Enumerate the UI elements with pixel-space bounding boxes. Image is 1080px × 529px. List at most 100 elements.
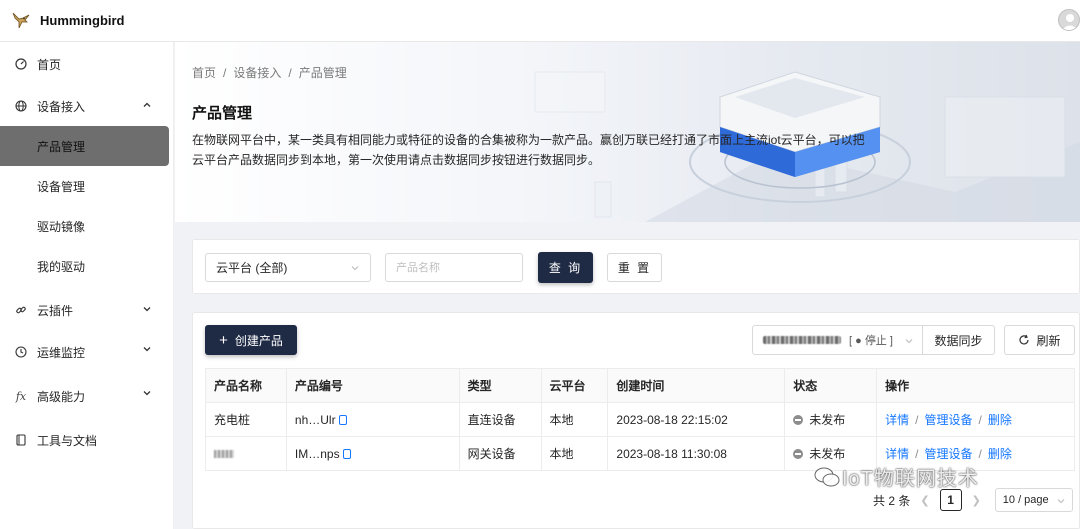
sidebar-item-label: 运维监控	[37, 345, 86, 360]
table-card: + 创建产品 [ ● 停止 ] 数据同步 刷新 产品名称 产品编号 类型 云平台	[192, 312, 1080, 529]
status-cell: 未发布	[784, 402, 878, 437]
sidebar-item-advanced[interactable]: fx 高级能力	[0, 374, 173, 418]
sidebar-item-device-access[interactable]: 设备接入	[0, 86, 173, 126]
page-description: 在物联网平台中，某一类具有相同能力或特征的设备的合集被称为一款产品。赢创万联已经…	[192, 133, 865, 167]
sidebar-item-device-management[interactable]: 设备管理	[0, 166, 173, 206]
detail-link[interactable]: 详情	[885, 447, 909, 461]
column-header: 类型	[458, 368, 542, 403]
clock-icon	[14, 345, 28, 359]
action-separator: /	[978, 447, 982, 461]
main-content: 首页 / 设备接入 / 产品管理 产品管理 在物联网平台中，某一类具有相同能力或特征的设…	[175, 42, 1080, 529]
fx-icon: fx	[15, 389, 27, 403]
select-value: 云平台 (全部)	[216, 261, 288, 275]
user-avatar-icon[interactable]	[1058, 9, 1080, 31]
breadcrumb-home[interactable]: 首页	[192, 66, 216, 80]
sidebar-item-label: 首页	[37, 57, 62, 72]
pagination: 共 2 条 ❮ 1 ❯ 10 / page	[873, 488, 1073, 512]
delete-link[interactable]: 删除	[988, 413, 1012, 427]
table-header-row: 产品名称 产品编号 类型 云平台 创建时间 状态 操作	[205, 368, 1075, 403]
chevron-down-icon	[143, 347, 151, 352]
product-code: IM…nps	[294, 446, 340, 461]
cloud-status: [ ● 停止 ]	[849, 335, 893, 347]
cloud-cell: 本地	[540, 436, 609, 471]
copy-icon[interactable]	[342, 448, 351, 459]
sidebar-item-label: 工具与文档	[37, 433, 98, 448]
sidebar-item-ops-monitor[interactable]: 运维监控	[0, 330, 173, 374]
refresh-icon	[1019, 334, 1030, 345]
copy-icon[interactable]	[338, 414, 347, 425]
detail-link[interactable]: 详情	[885, 413, 909, 427]
dashboard-icon	[14, 57, 28, 71]
top-bar: Hummingbird	[0, 0, 1080, 42]
action-separator: /	[978, 413, 982, 427]
created-time-cell: 2023-08-18 11:30:08	[607, 436, 786, 471]
page-banner: 首页 / 设备接入 / 产品管理 产品管理 在物联网平台中，某一类具有相同能力或特征的设…	[175, 42, 1080, 222]
sidebar-item-tools-docs[interactable]: 工具与文档	[0, 418, 173, 462]
create-product-label: 创建产品	[234, 333, 283, 348]
manage-devices-link[interactable]: 管理设备	[924, 413, 972, 427]
watermark-text: IoT物联网技术	[842, 468, 979, 490]
column-header: 云平台	[540, 368, 609, 403]
status-label: 未发布	[809, 447, 846, 461]
cloud-instance-select[interactable]: [ ● 停止 ]	[752, 325, 923, 355]
query-button[interactable]: 查 询	[538, 252, 593, 283]
breadcrumb: 首页 / 设备接入 / 产品管理	[192, 64, 347, 81]
column-header: 状态	[784, 368, 878, 403]
product-name-input[interactable]	[385, 253, 523, 282]
sidebar: 首页 设备接入 产品管理 设备管理 驱动镜像 我的驱动 云插件 运维监控 fx …	[0, 42, 174, 529]
column-header: 产品名称	[205, 368, 287, 403]
hummingbird-logo-icon[interactable]	[10, 10, 32, 32]
product-code: nh…Ulr	[294, 412, 336, 427]
chevron-down-icon	[143, 391, 151, 396]
action-separator: /	[915, 447, 919, 461]
cloud-cell: 本地	[540, 402, 609, 437]
breadcrumb-current: 产品管理	[298, 66, 347, 80]
chevron-down-icon	[905, 339, 913, 344]
delete-link[interactable]: 删除	[988, 447, 1012, 461]
next-page-icon[interactable]: ❯	[972, 494, 981, 507]
wechat-logo-icon	[814, 467, 840, 487]
prev-page-icon[interactable]: ❮	[920, 494, 929, 507]
sidebar-item-home[interactable]: 首页	[0, 42, 173, 86]
unpublished-status-icon	[793, 415, 804, 425]
refresh-label: 刷新	[1036, 333, 1061, 348]
page-size-select[interactable]: 10 / page	[994, 488, 1073, 512]
filter-card: 云平台 (全部) 查 询 重 置	[192, 239, 1080, 294]
chevron-down-icon	[351, 266, 359, 271]
sidebar-item-product-management[interactable]: 产品管理	[0, 126, 169, 166]
document-icon	[14, 433, 28, 447]
redacted-text	[763, 336, 841, 344]
action-separator: /	[915, 413, 919, 427]
manage-devices-link[interactable]: 管理设备	[924, 447, 972, 461]
create-product-button[interactable]: + 创建产品	[205, 325, 297, 355]
data-sync-button[interactable]: 数据同步	[922, 325, 995, 355]
refresh-button[interactable]: 刷新	[1004, 325, 1075, 355]
page-size-value: 10 / page	[1002, 494, 1049, 506]
sidebar-item-my-driver[interactable]: 我的驱动	[0, 246, 173, 286]
redacted-text	[214, 450, 234, 459]
product-name-cell: 充电桩	[205, 402, 287, 437]
product-table: 产品名称 产品编号 类型 云平台 创建时间 状态 操作 充电桩 nh…Ulr 直…	[205, 368, 1075, 471]
column-header: 产品编号	[285, 368, 460, 403]
created-time-cell: 2023-08-18 22:15:02	[607, 402, 786, 437]
chevron-down-icon	[143, 307, 151, 312]
unpublished-status-icon	[793, 449, 804, 459]
page-title: 产品管理	[192, 105, 253, 122]
sidebar-item-cloud-plugin[interactable]: 云插件	[0, 290, 173, 330]
breadcrumb-device-access[interactable]: 设备接入	[233, 66, 281, 80]
app-title: Hummingbird	[40, 13, 125, 28]
product-code-cell: nh…Ulr	[285, 402, 460, 437]
chevron-up-icon	[143, 102, 151, 107]
total-count: 共 2 条	[873, 493, 911, 508]
status-label: 未发布	[809, 413, 846, 427]
globe-icon	[14, 99, 28, 113]
sidebar-item-label: 设备接入	[37, 99, 86, 114]
reset-button[interactable]: 重 置	[607, 253, 662, 282]
link-icon	[14, 303, 28, 317]
chevron-down-icon	[1057, 499, 1065, 504]
type-cell: 直连设备	[458, 402, 542, 437]
sidebar-item-driver-image[interactable]: 驱动镜像	[0, 206, 173, 246]
page-number-current[interactable]: 1	[939, 489, 962, 511]
type-cell: 网关设备	[458, 436, 542, 471]
cloud-platform-select[interactable]: 云平台 (全部)	[205, 253, 371, 282]
